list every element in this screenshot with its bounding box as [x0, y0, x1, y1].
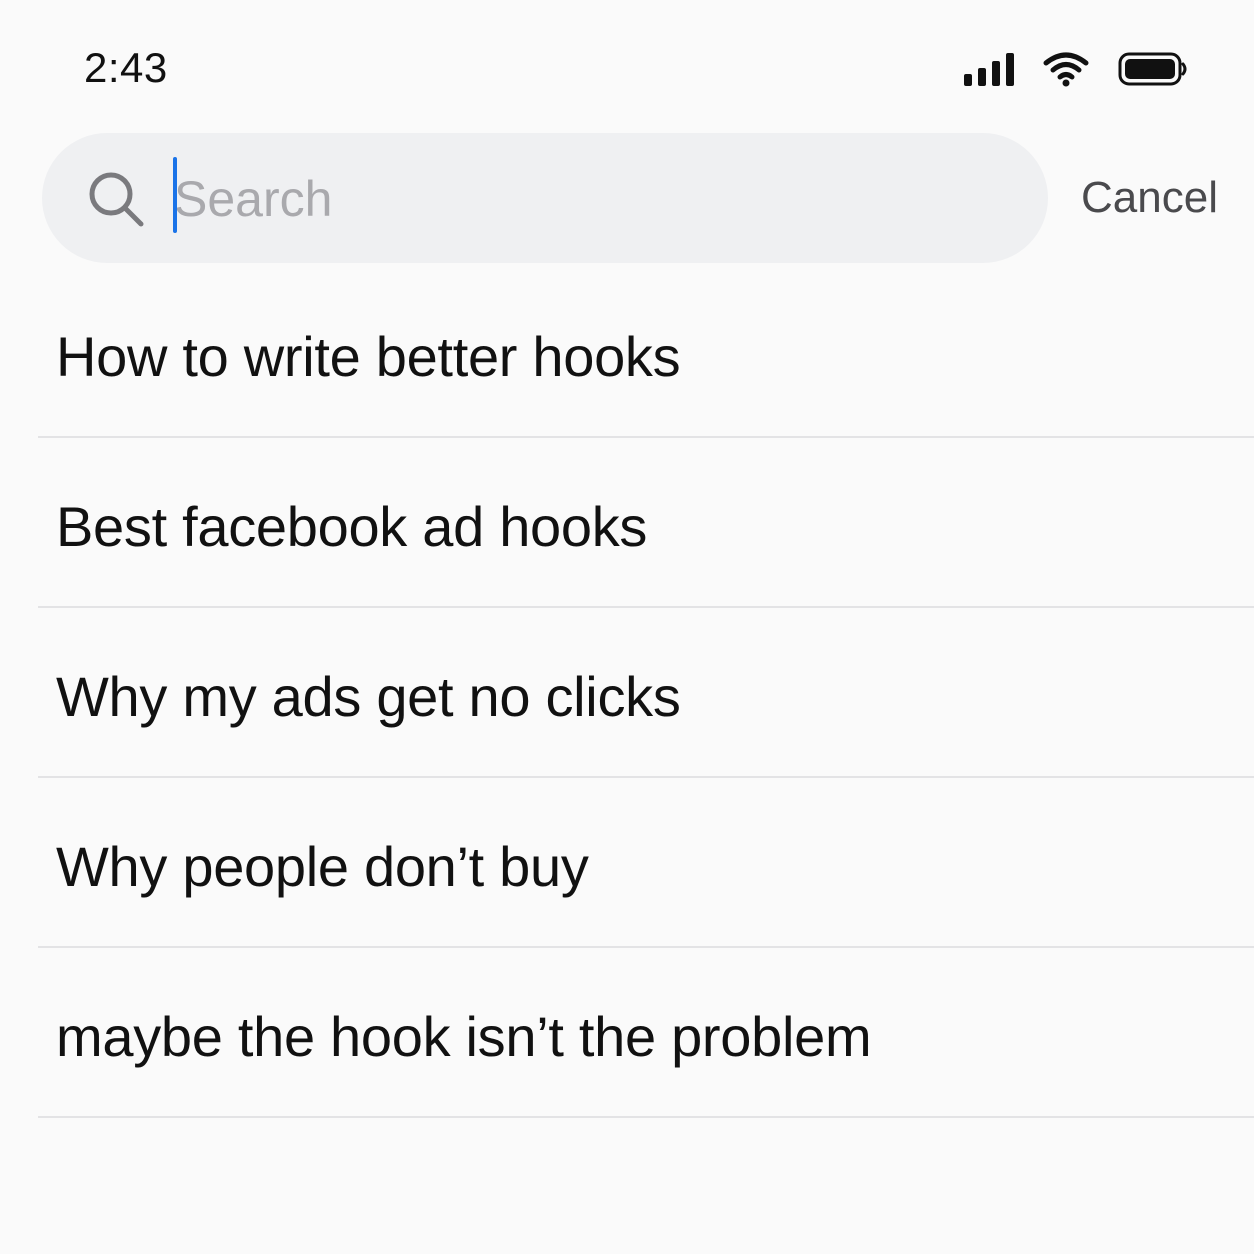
suggestion-list: How to write better hooks Best facebook …: [38, 268, 1254, 1118]
suggestion-item[interactable]: Best facebook ad hooks: [38, 438, 1254, 608]
search-row: Cancel: [42, 133, 1232, 263]
suggestion-item[interactable]: maybe the hook isn’t the problem: [38, 948, 1254, 1118]
suggestion-label: Why people don’t buy: [56, 835, 589, 898]
cancel-button[interactable]: Cancel: [1081, 173, 1218, 223]
wifi-icon: [1043, 52, 1089, 87]
suggestion-label: Best facebook ad hooks: [56, 495, 648, 558]
suggestion-item[interactable]: Why my ads get no clicks: [38, 608, 1254, 778]
search-input[interactable]: [174, 161, 1014, 237]
suggestion-label: How to write better hooks: [56, 325, 681, 388]
status-time: 2:43: [84, 44, 168, 91]
suggestion-label: maybe the hook isn’t the problem: [56, 1005, 872, 1068]
status-bar: 2:43: [0, 0, 1254, 120]
suggestion-item[interactable]: Why people don’t buy: [38, 778, 1254, 948]
suggestion-label: Why my ads get no clicks: [56, 665, 681, 728]
search-field[interactable]: [42, 133, 1048, 263]
status-icons: [964, 48, 1188, 90]
search-icon: [89, 172, 144, 227]
text-caret: [173, 157, 177, 233]
battery-icon: [1118, 52, 1187, 86]
suggestion-item[interactable]: How to write better hooks: [38, 268, 1254, 438]
signal-icon: [964, 53, 1014, 86]
